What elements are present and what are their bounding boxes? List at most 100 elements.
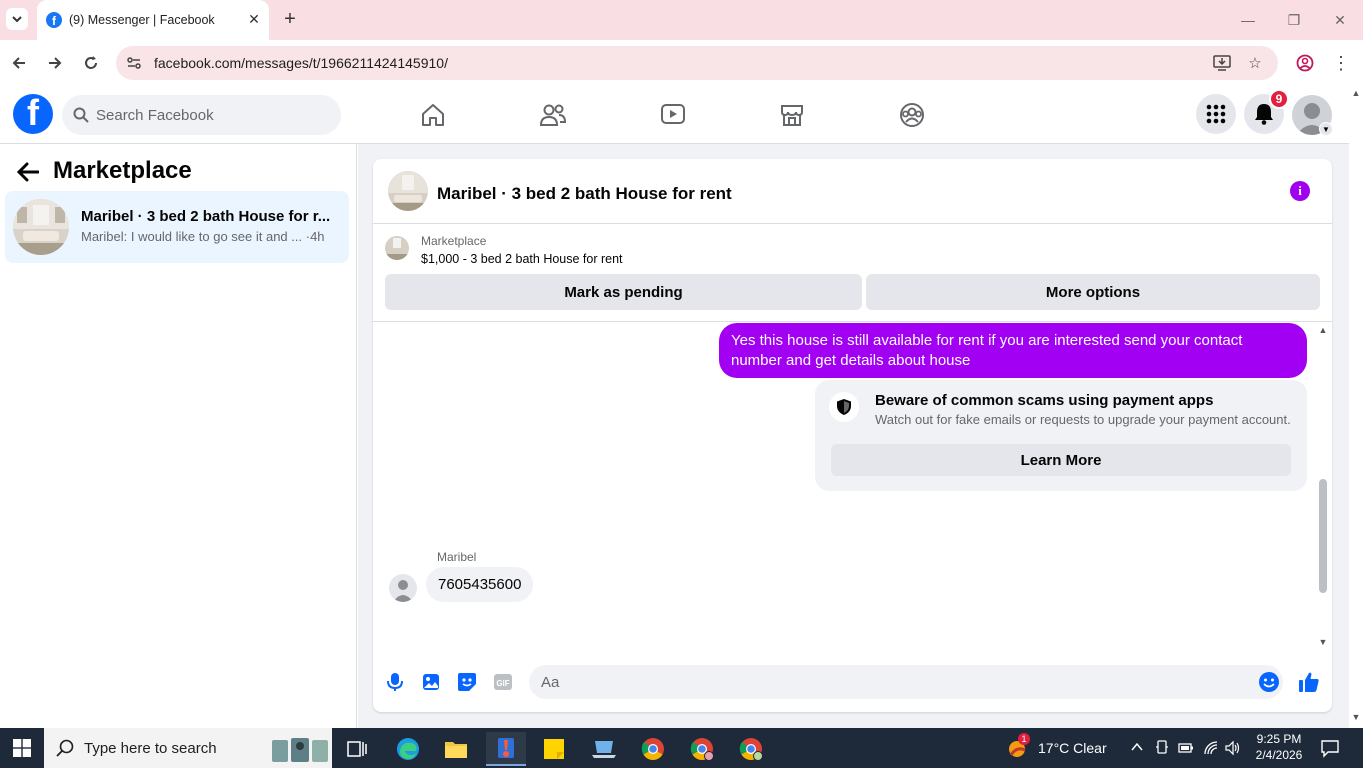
listing-label: Marketplace [421, 234, 487, 248]
facebook-favicon: f [46, 12, 62, 28]
listing-thumbnail [13, 199, 69, 255]
browser-tab-strip: f (9) Messenger | Facebook ✕ + — ❐ ✕ [0, 0, 1363, 40]
taskbar-search-input[interactable] [84, 728, 284, 768]
site-info-icon[interactable] [125, 54, 143, 72]
scroll-up-icon[interactable]: ▲ [1317, 325, 1329, 335]
groups-icon[interactable] [897, 100, 927, 130]
close-icon[interactable]: ✕ [245, 10, 263, 28]
incoming-message[interactable]: 7605435600 [426, 567, 534, 602]
message-composer[interactable] [529, 665, 1283, 699]
forward-icon[interactable] [42, 50, 68, 76]
tray-chevron-icon[interactable] [1130, 740, 1144, 754]
laptop-app-icon[interactable] [584, 732, 624, 766]
sender-name: Maribel [437, 550, 477, 564]
watch-icon[interactable] [658, 100, 688, 130]
gif-icon[interactable]: GIF [492, 671, 514, 693]
kebab-menu-icon[interactable]: ⋮ [1328, 50, 1354, 76]
home-icon[interactable] [418, 100, 448, 130]
tab-dropdown-icon[interactable] [6, 8, 28, 30]
sidebar-title: Marketplace [53, 157, 192, 184]
warning-body: Watch out for fake emails or requests to… [875, 412, 1291, 427]
page-scroll-up-icon[interactable]: ▲ [1350, 88, 1362, 98]
listing-price[interactable]: $1,000 - 3 bed 2 bath House for rent [421, 252, 623, 266]
microphone-icon[interactable] [384, 671, 406, 693]
chat-scrollbar[interactable] [1319, 479, 1327, 593]
address-bar[interactable]: facebook.com/messages/t/1966211424145910… [116, 46, 1278, 80]
page-scrollbar[interactable]: ▲ ▼ [1349, 86, 1363, 728]
facebook-header: f [0, 86, 1349, 144]
search-input[interactable] [96, 95, 326, 135]
image-icon[interactable] [420, 671, 442, 693]
browser-toolbar: facebook.com/messages/t/1966211424145910… [0, 40, 1363, 86]
bookmark-star-icon[interactable]: ☆ [1246, 54, 1264, 72]
message-input[interactable] [541, 665, 1241, 699]
volume-icon[interactable] [1225, 740, 1241, 756]
clock-date: 2/4/2026 [1255, 748, 1303, 762]
sticky-notes-icon[interactable] [534, 732, 574, 766]
shield-icon [829, 392, 859, 422]
back-icon[interactable] [6, 50, 32, 76]
friends-icon[interactable] [538, 100, 568, 130]
new-tab-icon[interactable]: + [280, 8, 300, 30]
chevron-down-icon[interactable]: ▼ [1319, 122, 1333, 136]
windows-taskbar: 1 17°C Clear 9:25 PM 2/4/2026 [0, 728, 1363, 768]
outgoing-message[interactable]: Yes this house is still available for re… [719, 323, 1307, 378]
restore-icon[interactable]: ❐ [1282, 8, 1306, 32]
battery-icon[interactable] [1178, 741, 1194, 755]
notification-center-icon[interactable] [1320, 738, 1340, 758]
search-icon [56, 739, 74, 757]
learn-more-button[interactable]: Learn More [831, 444, 1291, 476]
weather-text[interactable]: 17°C Clear [1038, 740, 1107, 756]
facebook-logo[interactable]: f [13, 94, 53, 134]
taskbar-search[interactable] [44, 728, 332, 768]
mark-as-pending-button[interactable]: Mark as pending [385, 274, 862, 310]
windows-start-icon[interactable] [0, 728, 44, 768]
window-close-icon[interactable]: ✕ [1328, 8, 1352, 32]
back-arrow-icon[interactable] [16, 160, 40, 184]
listing-thumbnail-small[interactable] [385, 236, 409, 260]
weather-badge: 1 [1018, 733, 1030, 745]
conversation-item[interactable]: Maribel · 3 bed 2 bath House for r... Ma… [5, 191, 349, 263]
task-view-icon[interactable] [337, 732, 377, 766]
chrome-icon[interactable] [633, 732, 673, 766]
sender-avatar[interactable] [389, 574, 417, 602]
menu-grid-icon[interactable] [1196, 94, 1236, 134]
minimize-icon[interactable]: — [1236, 8, 1260, 32]
page-scroll-down-icon[interactable]: ▼ [1350, 712, 1362, 722]
preview-text: Maribel: I would like to go see it and .… [81, 229, 303, 244]
taskbar-clock[interactable]: 9:25 PM 2/4/2026 [1244, 731, 1314, 763]
marketplace-icon[interactable] [777, 100, 807, 130]
paint-app-icon[interactable] [486, 732, 526, 766]
chrome-profile-icon[interactable] [682, 732, 722, 766]
divider [373, 223, 1332, 224]
wifi-icon[interactable] [1203, 740, 1219, 756]
chat-card: Maribel · 3 bed 2 bath House for rent i … [373, 159, 1332, 712]
search-icon [73, 107, 89, 123]
profile-icon[interactable] [1292, 50, 1318, 76]
scam-warning-card: Beware of common scams using payment app… [815, 380, 1307, 491]
chrome-profile-icon-2[interactable] [731, 732, 771, 766]
edge-icon[interactable] [388, 732, 428, 766]
browser-tab[interactable]: f (9) Messenger | Facebook ✕ [37, 0, 269, 40]
conversation-preview: Maribel: I would like to go see it and .… [81, 229, 325, 244]
divider [373, 321, 1332, 322]
svg-text:GIF: GIF [496, 679, 509, 688]
notification-badge: 9 [1269, 89, 1289, 109]
more-options-button[interactable]: More options [866, 274, 1320, 310]
search-highlight-icon [272, 738, 328, 762]
preview-time: ·4h [305, 229, 325, 244]
thumbs-up-icon[interactable] [1298, 671, 1320, 693]
reload-icon[interactable] [78, 50, 104, 76]
url-text[interactable]: facebook.com/messages/t/1966211424145910… [154, 55, 448, 71]
emoji-icon[interactable] [1258, 671, 1280, 693]
sticker-icon[interactable] [456, 671, 478, 693]
install-app-icon[interactable] [1213, 54, 1231, 72]
chat-avatar[interactable] [388, 171, 428, 211]
conversation-name: Maribel · 3 bed 2 bath House for r... [81, 208, 331, 225]
info-icon[interactable]: i [1290, 181, 1310, 201]
scroll-down-icon[interactable]: ▼ [1317, 637, 1329, 647]
file-explorer-icon[interactable] [436, 732, 476, 766]
chat-title[interactable]: Maribel · 3 bed 2 bath House for rent [437, 184, 732, 204]
facebook-search[interactable] [62, 95, 341, 135]
device-icon[interactable] [1155, 740, 1169, 756]
